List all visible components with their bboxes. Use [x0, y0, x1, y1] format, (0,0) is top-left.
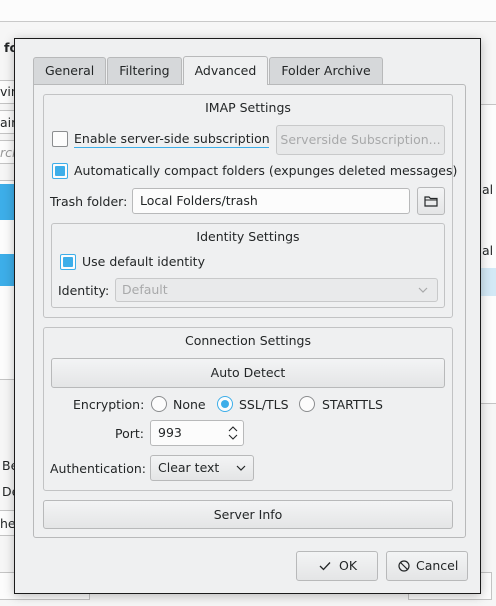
- trash-folder-label: Trash folder:: [50, 194, 128, 209]
- encryption-none-radio[interactable]: [151, 396, 167, 412]
- encryption-ssl-radio[interactable]: [217, 396, 233, 412]
- background-label-fragment: ain: [0, 115, 14, 130]
- ok-button[interactable]: OK: [296, 551, 378, 581]
- background-label-fragment: vin: [0, 84, 14, 99]
- tab-folder-archive[interactable]: Folder Archive: [269, 57, 383, 84]
- browse-folder-button[interactable]: [417, 187, 445, 215]
- background-label-fragment: he: [0, 516, 14, 531]
- encryption-label: Encryption:: [73, 397, 145, 412]
- spin-arrows-icon[interactable]: [228, 425, 238, 441]
- background-column-fragment: al C: [482, 243, 496, 258]
- chevron-down-icon: [418, 287, 428, 293]
- use-default-identity-checkbox[interactable]: [60, 254, 76, 270]
- compact-folders-label[interactable]: Automatically compact folders (expunges …: [74, 163, 457, 178]
- checkmark-icon: [319, 562, 331, 571]
- compact-folders-checkbox[interactable]: [52, 163, 68, 179]
- background-selected-row: [0, 254, 14, 286]
- encryption-none-label[interactable]: None: [173, 397, 206, 412]
- identity-value: Default: [122, 282, 168, 297]
- cancel-label: Cancel: [416, 558, 459, 573]
- encryption-ssl-label[interactable]: SSL/TLS: [239, 397, 289, 412]
- identity-settings-group: Identity Settings Use default identity I…: [51, 223, 445, 308]
- identity-combo[interactable]: Default: [115, 278, 438, 302]
- enable-subscriptions-label[interactable]: Enable server-side subscriptions: [74, 131, 269, 148]
- encryption-starttls-radio[interactable]: [299, 396, 315, 412]
- port-label: Port:: [115, 426, 144, 441]
- identity-label: Identity:: [58, 283, 110, 298]
- authentication-label: Authentication:: [50, 461, 146, 476]
- encryption-starttls-label[interactable]: STARTTLS: [322, 397, 383, 412]
- authentication-value: Clear text: [158, 460, 220, 475]
- use-default-identity-label[interactable]: Use default identity: [82, 254, 205, 269]
- cancel-button[interactable]: Cancel: [386, 551, 468, 581]
- tab-general[interactable]: General: [33, 57, 107, 84]
- cancel-icon: [398, 560, 410, 572]
- imap-settings-group: IMAP Settings Enable server-side subscri…: [43, 94, 457, 318]
- server-info-button[interactable]: Server Info: [43, 500, 453, 529]
- connection-settings-group: Connection Settings Auto Detect Encrypti…: [43, 327, 453, 491]
- identity-settings-title: Identity Settings: [196, 229, 300, 244]
- background-window-top: [0, 0, 496, 22]
- connection-settings-title: Connection Settings: [185, 333, 311, 348]
- background-label-fragment: De: [2, 484, 14, 499]
- serverside-subscription-button[interactable]: Serverside Subscription...: [276, 125, 445, 155]
- auto-detect-button[interactable]: Auto Detect: [51, 358, 445, 388]
- background-selected-row: [0, 184, 14, 220]
- folder-icon: [424, 196, 438, 207]
- background-label-fragment: Be: [2, 458, 14, 473]
- port-spinbox[interactable]: 993: [150, 420, 244, 446]
- tab-advanced[interactable]: Advanced: [182, 56, 269, 85]
- ok-label: OK: [339, 558, 358, 573]
- authentication-combo[interactable]: Clear text: [150, 455, 254, 481]
- tab-bar: General Filtering Advanced Folder Archiv…: [33, 56, 384, 85]
- trash-folder-field[interactable]: Local Folders/trash: [132, 188, 410, 214]
- port-value: 993: [158, 425, 182, 440]
- chevron-down-icon: [236, 465, 246, 471]
- account-settings-dialog: General Filtering Advanced Folder Archiv…: [14, 38, 481, 594]
- enable-subscriptions-checkbox[interactable]: [52, 131, 68, 147]
- background-row-highlight: [481, 268, 496, 296]
- background-search-placeholder: rch: [0, 145, 14, 160]
- tab-filtering[interactable]: Filtering: [107, 57, 182, 84]
- background-column-fragment: al C: [482, 182, 496, 197]
- advanced-tab-page: IMAP Settings Enable server-side subscri…: [33, 84, 466, 538]
- imap-settings-title: IMAP Settings: [205, 100, 291, 115]
